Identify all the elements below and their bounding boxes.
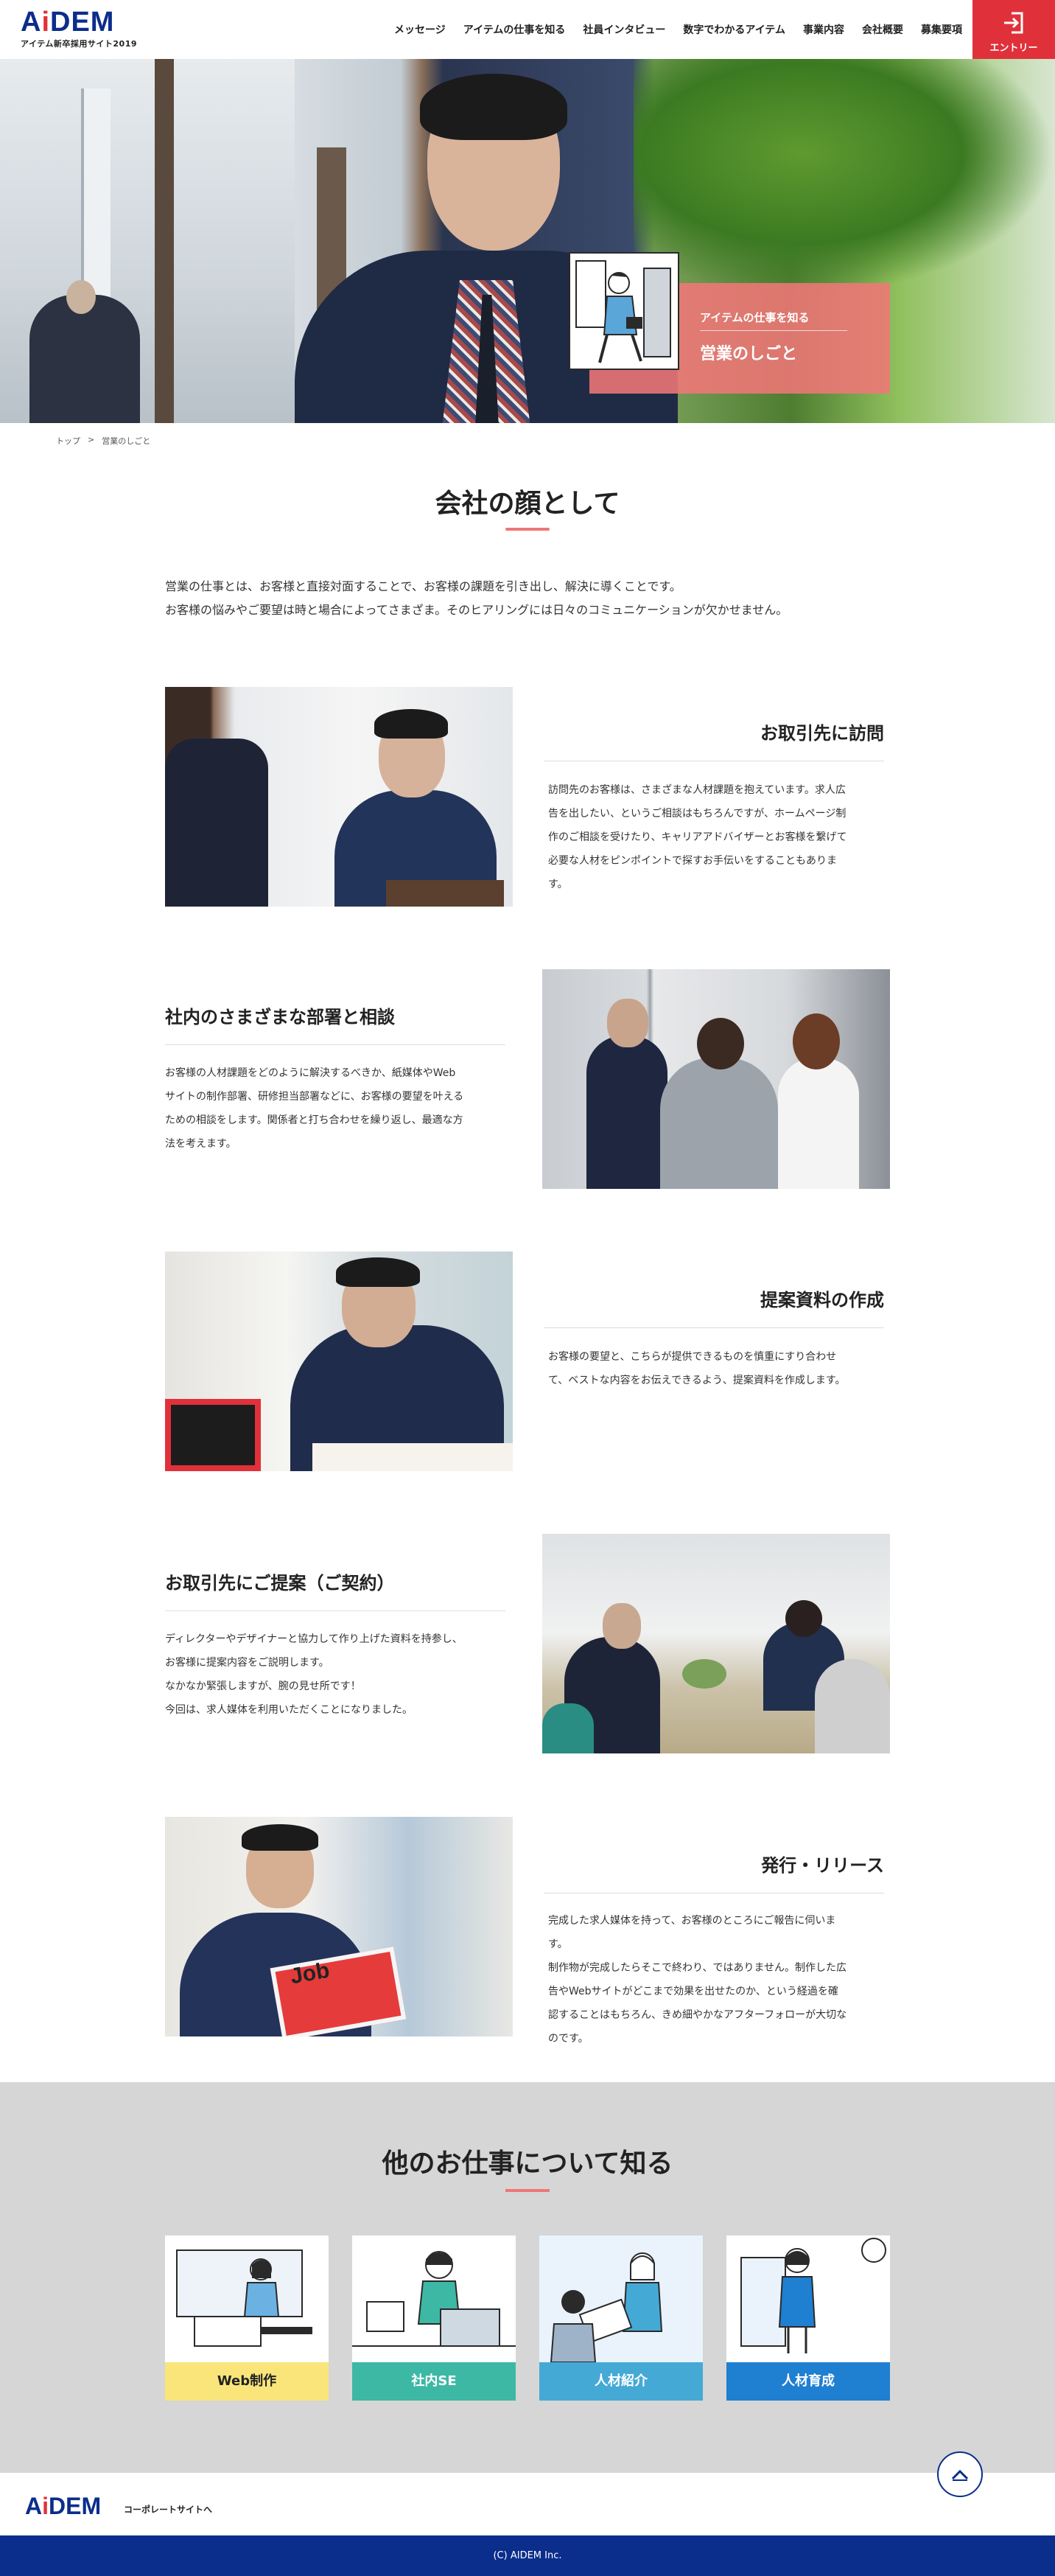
copyright-bar: (C) AIDEM Inc. (0, 2535, 1055, 2576)
block-text-line: す。 (548, 1938, 568, 1950)
block-text-line: 法を考えます。 (165, 1138, 236, 1150)
block-text-line: 制作物が完成したらそこで終わり、ではありません。制作した広 (548, 1962, 847, 1974)
hero-title-card: アイテムの仕事を知る 営業のしごと (569, 252, 890, 394)
block-text-line: サイトの制作部署、研修担当部署などに、お客様の要望を叶える (165, 1091, 464, 1103)
hero-banner: アイテムの仕事を知る 営業のしごと (0, 59, 1055, 423)
block-text-line: お客様の要望と、こちらが提供できるものを慎重にすり合わせ (548, 1351, 837, 1363)
job-card-training[interactable]: 人材育成 (726, 2235, 890, 2401)
block-text-line: 告やWebサイトがどこまで効果を出せたのか、という経過を確 (548, 1986, 838, 1997)
other-jobs-title: 他のお仕事について知る (382, 2148, 673, 2179)
block-photo-release: Job (165, 1817, 513, 2036)
block-text-proposal-docs: お客様の要望と、こちらが提供できるものを慎重にすり合わせ て、ベストな内容をお伝… (548, 1345, 888, 1392)
hero-title: 営業のしごと (700, 345, 798, 363)
hero-kicker: アイテムの仕事を知る (700, 311, 810, 324)
block-text-line: なかなか緊張しますが、腕の見せ所です！ (165, 1680, 361, 1692)
job-label-se: 社内SE (352, 2362, 516, 2401)
block-text-release: 完成した求人媒体を持って、お客様のところにご報告に伺いま す。 制作物が完成した… (548, 1909, 888, 2050)
breadcrumb-separator: > (88, 435, 95, 444)
block-photo-visit (165, 687, 513, 907)
job-label-training: 人材育成 (726, 2362, 890, 2401)
logo-mark: AiDEM (21, 7, 115, 38)
job-card-web[interactable]: Web制作 (165, 2235, 329, 2401)
intro-text: 営業の仕事とは、お客様と直接対面することで、お客様の課題を引き出し、解決に導くこ… (165, 575, 902, 622)
job-label-web: Web制作 (165, 2362, 329, 2401)
block-photo-presentation (542, 1534, 890, 1753)
block-text-line: のです。 (548, 2033, 589, 2045)
copyright-text: (C) AIDEM Inc. (493, 2550, 562, 2561)
page-top-button[interactable] (937, 2451, 983, 2497)
block-text-line: 必要な人材をピンポイントで探すお手伝いをすることもありま (548, 855, 837, 867)
breadcrumb: トップ > 営業のしごと (56, 435, 150, 447)
training-work-illustration (726, 2235, 890, 2362)
block-photo-proposal-docs (165, 1252, 513, 1471)
block-title-visit: お取引先に訪問 (544, 719, 884, 761)
block-text-line: 告を出したい、というご相談はもちろんですが、ホームページ制 (548, 808, 847, 820)
block-title-release: 発行・リリース (544, 1851, 884, 1893)
breadcrumb-home[interactable]: トップ (56, 435, 80, 447)
block-text-line: 訪問先のお客様は、さまざまな人材課題を抱えています。求人広 (548, 784, 846, 796)
block-text-visit: 訪問先のお客様は、さまざまな人材課題を抱えています。求人広 告を出したい、という… (548, 778, 888, 896)
entry-label: エントリー (989, 43, 1038, 54)
site-logo[interactable]: AiDEM アイテム新卒採用サイト2019 (21, 7, 137, 49)
block-text-line: ための相談をします。関係者と打ち合わせを繰り返し、最適な方 (165, 1114, 463, 1126)
placement-work-illustration (539, 2235, 703, 2362)
block-text-line: 作のご相談を受けたり、キャリアアドバイザーとお客様を繋げて (548, 831, 847, 843)
block-title-proposal-docs: 提案資料の作成 (544, 1285, 884, 1328)
other-jobs-underline (505, 2189, 550, 2192)
logo-subtitle: アイテム新卒採用サイト2019 (21, 39, 138, 49)
hero-illustration (569, 252, 679, 370)
job-card-placement[interactable]: 人材紹介 (539, 2235, 703, 2401)
block-text-line: て、ベストな内容をお伝えできるよう、提案資料を作成します。 (548, 1375, 846, 1386)
block-text-presentation: ディレクターやデザイナーと協力して作り上げた資料を持参し、 お客様に提案内容をご… (165, 1627, 505, 1722)
block-text-line: 今回は、求人媒体を利用いただくことになりました。 (165, 1704, 413, 1716)
other-jobs-section (0, 2082, 1055, 2473)
block-text-consult: お客様の人材課題をどのように解決するべきか、紙媒体やWeb サイトの制作部署、研… (165, 1061, 505, 1156)
block-text-line: 完成した求人媒体を持って、お客様のところにご報告に伺いま (548, 1915, 836, 1927)
corporate-site-link[interactable]: コーポレートサイトへ (124, 2503, 212, 2516)
intro-title-underline (505, 528, 550, 531)
nav-work[interactable]: アイテムの仕事を知る (463, 22, 566, 37)
intro-line: 営業の仕事とは、お客様と直接対面することで、お客様の課題を引き出し、解決に導くこ… (165, 579, 681, 593)
block-text-line: す。 (548, 879, 568, 890)
nav-recruit[interactable]: 募集要項 (921, 22, 962, 37)
intro-title: 会社の顔として (435, 488, 620, 519)
block-text-line: 認することはもちろん、きめ細やかなアフターフォローが大切な (548, 2009, 847, 2021)
block-photo-consult (542, 969, 890, 1189)
web-work-illustration (165, 2235, 329, 2362)
footer-logo[interactable]: AiDEM (25, 2493, 101, 2520)
block-title-consult: 社内のさまざまな部署と相談 (165, 1002, 505, 1045)
job-card-se[interactable]: 社内SE (352, 2235, 516, 2401)
breadcrumb-current: 営業のしごと (102, 436, 151, 446)
entry-button[interactable]: エントリー (972, 0, 1055, 59)
nav-business[interactable]: 事業内容 (803, 22, 844, 37)
job-label-placement: 人材紹介 (539, 2362, 703, 2401)
intro-line: お客様の悩みやご要望は時と場合によってさまざま。そのヒアリングには日々のコミュニ… (165, 603, 788, 617)
se-work-illustration (352, 2235, 516, 2362)
nav-message[interactable]: メッセージ (394, 22, 446, 37)
block-text-line: ディレクターやデザイナーと協力して作り上げた資料を持参し、 (165, 1633, 463, 1645)
chevron-up-icon (951, 2469, 969, 2481)
global-nav: メッセージ アイテムの仕事を知る 社員インタビュー 数字でわかるアイテム 事業内… (394, 0, 962, 59)
block-title-presentation: お取引先にご提案（ご契約） (165, 1568, 505, 1611)
site-header: AiDEM アイテム新卒採用サイト2019 メッセージ アイテムの仕事を知る 社… (0, 0, 1055, 59)
block-text-line: お客様に提案内容をご説明します。 (165, 1657, 329, 1669)
nav-interview[interactable]: 社員インタビュー (583, 22, 665, 37)
login-arrow-icon (1004, 12, 1023, 34)
nav-company[interactable]: 会社概要 (862, 22, 903, 37)
nav-numbers[interactable]: 数字でわかるアイテム (683, 22, 785, 37)
block-text-line: お客様の人材課題をどのように解決するべきか、紙媒体やWeb (165, 1067, 456, 1079)
